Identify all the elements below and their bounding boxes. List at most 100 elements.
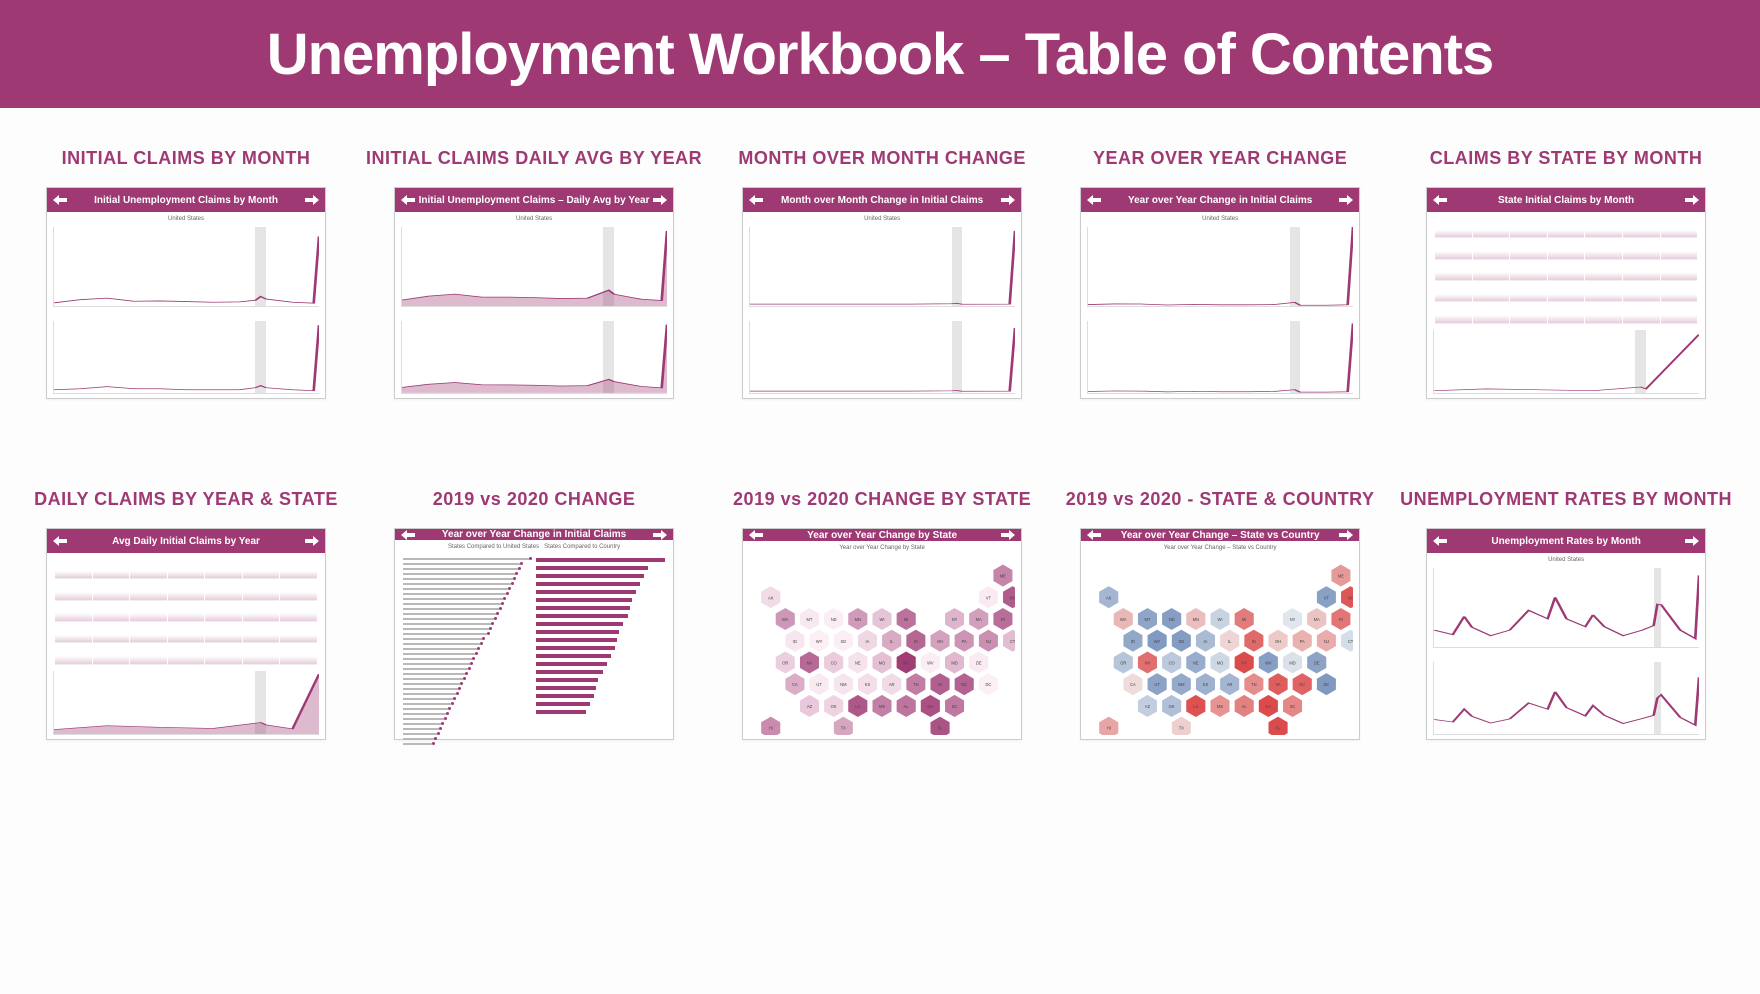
- svg-text:UT: UT: [1155, 682, 1161, 687]
- card-thumbnail[interactable]: Initial Unemployment Claims – Daily Avg …: [394, 187, 674, 399]
- svg-text:MT: MT: [807, 617, 813, 622]
- svg-text:MA: MA: [1314, 617, 1320, 622]
- next-arrow-icon[interactable]: [305, 536, 319, 546]
- svg-text:NY: NY: [952, 617, 958, 622]
- prev-arrow-icon[interactable]: [401, 530, 415, 540]
- card-thumbnail[interactable]: Initial Unemployment Claims by Month Uni…: [46, 187, 326, 399]
- svg-text:WA: WA: [1120, 617, 1127, 622]
- svg-text:MT: MT: [1145, 617, 1151, 622]
- toc-card[interactable]: 2019 vs 2020 CHANGE Year over Year Chang…: [366, 489, 702, 740]
- svg-text:IA: IA: [1204, 639, 1208, 644]
- toc-card[interactable]: DAILY CLAIMS BY YEAR & STATE Avg Daily I…: [28, 489, 344, 740]
- svg-text:NC: NC: [961, 682, 967, 687]
- next-arrow-icon[interactable]: [1685, 195, 1699, 205]
- thumb-title: Unemployment Rates by Month: [1447, 536, 1685, 547]
- prev-arrow-icon[interactable]: [1433, 195, 1447, 205]
- svg-text:MA: MA: [976, 617, 982, 622]
- thumb-title: Initial Unemployment Claims by Month: [67, 195, 305, 206]
- svg-text:CO: CO: [1169, 661, 1175, 666]
- toc-card[interactable]: MONTH OVER MONTH CHANGE Month over Month…: [724, 148, 1040, 399]
- svg-text:MS: MS: [1217, 704, 1223, 709]
- prev-arrow-icon[interactable]: [401, 195, 415, 205]
- prev-arrow-icon[interactable]: [53, 195, 67, 205]
- svg-text:UT: UT: [817, 682, 823, 687]
- thumb-title: Year over Year Change – State vs Country: [1101, 530, 1339, 541]
- prev-arrow-icon[interactable]: [1087, 195, 1101, 205]
- svg-text:DE: DE: [976, 661, 982, 666]
- next-arrow-icon[interactable]: [1001, 195, 1015, 205]
- svg-text:VT: VT: [1324, 595, 1330, 600]
- svg-text:MS: MS: [879, 704, 885, 709]
- svg-text:OH: OH: [937, 639, 943, 644]
- card-thumbnail[interactable]: Month over Month Change in Initial Claim…: [742, 187, 1022, 399]
- svg-text:DE: DE: [1314, 661, 1320, 666]
- svg-text:KY: KY: [1242, 661, 1248, 666]
- svg-text:VA: VA: [1276, 682, 1281, 687]
- thumb-title: Year over Year Change in Initial Claims: [1101, 195, 1339, 206]
- svg-text:WA: WA: [782, 617, 789, 622]
- svg-text:NE: NE: [1193, 661, 1199, 666]
- svg-text:ME: ME: [1000, 574, 1006, 579]
- svg-text:CA: CA: [1130, 682, 1136, 687]
- toc-card[interactable]: UNEMPLOYMENT RATES BY MONTH Unemployment…: [1400, 489, 1732, 740]
- next-arrow-icon[interactable]: [305, 195, 319, 205]
- toc-card[interactable]: INITIAL CLAIMS BY MONTH Initial Unemploy…: [28, 148, 344, 399]
- next-arrow-icon[interactable]: [1685, 536, 1699, 546]
- toc-card[interactable]: 2019 vs 2020 - STATE & COUNTRY Year over…: [1062, 489, 1378, 740]
- svg-text:MN: MN: [855, 617, 861, 622]
- card-thumbnail[interactable]: Avg Daily Initial Claims by Year: [46, 528, 326, 740]
- card-thumbnail[interactable]: Year over Year Change in Initial Claims …: [1080, 187, 1360, 399]
- thumb-header: Year over Year Change in Initial Claims: [395, 529, 673, 540]
- thumb-title: Avg Daily Initial Claims by Year: [67, 536, 305, 547]
- card-thumbnail[interactable]: State Initial Claims by Month: [1426, 187, 1706, 399]
- prev-arrow-icon[interactable]: [53, 536, 67, 546]
- prev-arrow-icon[interactable]: [749, 195, 763, 205]
- thumb-body: [1427, 212, 1705, 398]
- card-title: 2019 vs 2020 CHANGE BY STATE: [733, 489, 1031, 510]
- svg-text:NH: NH: [1348, 595, 1353, 600]
- svg-text:PA: PA: [1300, 639, 1305, 644]
- next-arrow-icon[interactable]: [1001, 530, 1015, 540]
- card-title: 2019 vs 2020 - STATE & COUNTRY: [1066, 489, 1375, 510]
- svg-text:NE: NE: [855, 661, 861, 666]
- next-arrow-icon[interactable]: [653, 195, 667, 205]
- svg-text:FL: FL: [938, 726, 943, 731]
- thumb-body: United States: [1427, 553, 1705, 739]
- svg-text:IN: IN: [1252, 639, 1256, 644]
- toc-card[interactable]: YEAR OVER YEAR CHANGE Year over Year Cha…: [1062, 148, 1378, 399]
- svg-text:ND: ND: [1169, 617, 1175, 622]
- toc-card[interactable]: INITIAL CLAIMS DAILY AVG BY YEAR Initial…: [366, 148, 702, 399]
- card-thumbnail[interactable]: Unemployment Rates by Month United State…: [1426, 528, 1706, 740]
- svg-text:KS: KS: [865, 682, 871, 687]
- card-thumbnail[interactable]: Year over Year Change – State vs Country…: [1080, 528, 1360, 740]
- next-arrow-icon[interactable]: [1339, 195, 1353, 205]
- svg-text:NJ: NJ: [986, 639, 991, 644]
- svg-text:CA: CA: [792, 682, 798, 687]
- svg-text:LA: LA: [855, 704, 860, 709]
- toc-card[interactable]: CLAIMS BY STATE BY MONTH State Initial C…: [1400, 148, 1732, 399]
- prev-arrow-icon[interactable]: [1087, 530, 1101, 540]
- card-thumbnail[interactable]: Year over Year Change in Initial Claims …: [394, 528, 674, 740]
- thumb-body: Year over Year Change by State MEAKVTNHW…: [743, 541, 1021, 739]
- card-title: INITIAL CLAIMS BY MONTH: [62, 148, 311, 169]
- thumb-header: Month over Month Change in Initial Claim…: [743, 188, 1021, 212]
- prev-arrow-icon[interactable]: [749, 530, 763, 540]
- svg-text:FL: FL: [1276, 726, 1281, 731]
- thumb-body: [47, 553, 325, 739]
- svg-text:TX: TX: [841, 726, 846, 731]
- card-thumbnail[interactable]: Year over Year Change by State Year over…: [742, 528, 1022, 740]
- next-arrow-icon[interactable]: [1339, 530, 1353, 540]
- thumb-header: Year over Year Change in Initial Claims: [1081, 188, 1359, 212]
- svg-text:LA: LA: [1193, 704, 1198, 709]
- card-title: MONTH OVER MONTH CHANGE: [738, 148, 1026, 169]
- prev-arrow-icon[interactable]: [1433, 536, 1447, 546]
- svg-text:OK: OK: [831, 704, 837, 709]
- thumb-body: United States: [1081, 212, 1359, 398]
- next-arrow-icon[interactable]: [653, 530, 667, 540]
- card-title: 2019 vs 2020 CHANGE: [433, 489, 636, 510]
- thumb-title: Month over Month Change in Initial Claim…: [763, 195, 1001, 206]
- toc-card[interactable]: 2019 vs 2020 CHANGE BY STATE Year over Y…: [724, 489, 1040, 740]
- svg-text:NC: NC: [1299, 682, 1305, 687]
- svg-text:WY: WY: [816, 639, 823, 644]
- svg-text:AR: AR: [1227, 682, 1233, 687]
